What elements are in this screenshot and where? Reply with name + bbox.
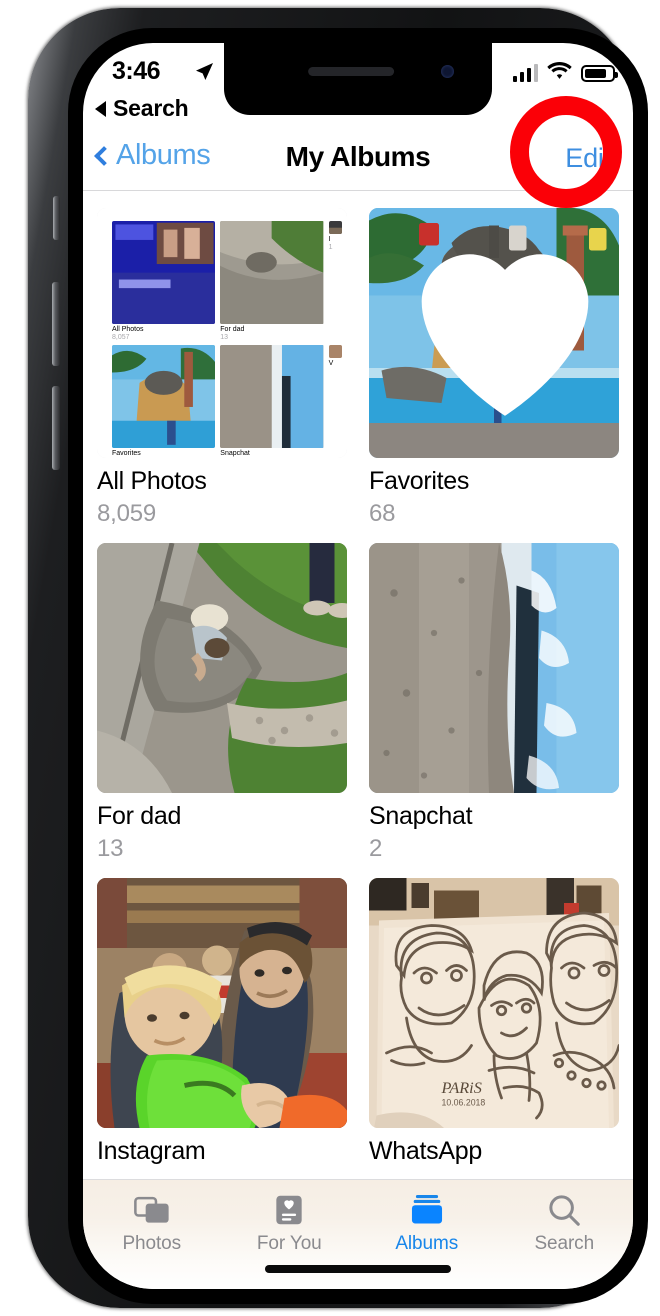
album-title: For dad [97, 802, 182, 831]
nested-thumb-partial-2 [328, 344, 342, 359]
heart-icon [421, 254, 589, 416]
silent-switch[interactable] [53, 196, 60, 240]
album-title: Favorites [369, 467, 470, 495]
nested-count-for-dad: 13 [220, 333, 229, 341]
nested-thumb-partial-1 [328, 220, 342, 234]
album-cell-instagram[interactable]: Instagram [97, 878, 347, 1171]
album-thumbnail-for-dad[interactable] [97, 543, 347, 794]
nested-thumb-for-dad [220, 220, 324, 324]
tab-label-search: Search [534, 1233, 595, 1254]
tab-label-for-you: For You [256, 1233, 322, 1254]
front-camera-icon [441, 65, 454, 78]
album-count: 68 [369, 499, 396, 527]
nested-albums-screenshot: All Photos 8,057 For dad 13 I 1 Favorite… [97, 208, 347, 458]
nested-album-partial-right-2: V [328, 344, 342, 458]
nested-title-partial-2: V [328, 360, 334, 368]
nested-thumb-favorites [112, 344, 216, 449]
nested-thumb-snapchat [220, 344, 324, 449]
photos-stack-icon [133, 1196, 169, 1223]
album-cell-whatsapp[interactable]: PARiS 10.06.2018 WhatsApp [369, 878, 619, 1171]
albums-scroll-area[interactable]: All Photos 8,057 For dad 13 I 1 Favorite… [83, 192, 633, 1179]
album-thumbnail-favorites[interactable] [369, 208, 619, 458]
album-title: Instagram [97, 1137, 206, 1166]
tab-search[interactable]: Search [496, 1180, 634, 1289]
album-title: Snapchat [369, 802, 473, 831]
album-cell-snapchat[interactable]: Snapchat 2 [369, 543, 619, 862]
nested-count-all-photos: 8,057 [112, 333, 130, 341]
nested-title-favorites: Favorites [112, 450, 141, 458]
status-time: 3:46 [112, 57, 161, 85]
search-magnifier-icon [549, 1195, 581, 1226]
cellular-signal-icon [512, 64, 538, 82]
nested-thumb-all-photos [112, 220, 216, 324]
iphone-device-frame: 3:46 Search Albums My Albums Edit All Ph… [28, 8, 648, 1308]
back-triangle-icon [95, 100, 106, 117]
nested-album-partial-right-1: I 1 [328, 220, 342, 341]
edit-button[interactable]: Edit [565, 143, 611, 174]
svg-text:10.06.2018: 10.06.2018 [442, 1098, 486, 1108]
album-thumbnail-all-photos[interactable]: All Photos 8,057 For dad 13 I 1 Favorite… [97, 208, 347, 458]
nested-title-snapchat: Snapchat [220, 450, 250, 458]
navigation-bar: Albums My Albums Edit [83, 129, 633, 191]
tab-label-photos: Photos [122, 1233, 182, 1254]
phone-screen: 3:46 Search Albums My Albums Edit All Ph… [83, 43, 633, 1289]
back-to-app-label: Search [113, 95, 189, 121]
albums-grid: All Photos 8,057 For dad 13 I 1 Favorite… [83, 192, 633, 1171]
earpiece-speaker [308, 67, 395, 76]
album-count: 13 [97, 834, 124, 862]
album-cell-all-photos[interactable]: All Photos 8,057 For dad 13 I 1 Favorite… [97, 208, 347, 527]
page-title: My Albums [285, 141, 431, 172]
nested-album-snapchat: Snapchat [220, 344, 324, 458]
svg-text:PARiS: PARiS [441, 1079, 482, 1097]
status-indicators [512, 61, 618, 85]
volume-down-button[interactable] [52, 386, 60, 470]
battery-icon [581, 64, 618, 82]
album-count: 2 [369, 834, 383, 862]
album-title: All Photos [97, 467, 207, 495]
album-title: WhatsApp [369, 1137, 482, 1166]
albums-folder-icon [411, 1194, 442, 1224]
for-you-card-icon [276, 1195, 302, 1225]
device-notch [224, 43, 492, 115]
album-cell-favorites[interactable]: Favorites 68 [369, 208, 619, 527]
tab-photos[interactable]: Photos [83, 1180, 221, 1289]
tab-label-albums: Albums [395, 1233, 459, 1254]
wifi-icon [547, 61, 572, 85]
back-to-search-app-link[interactable]: Search [95, 95, 189, 122]
nested-album-for-dad: For dad 13 [220, 220, 324, 341]
nested-title-partial-1: I [328, 235, 331, 243]
volume-up-button[interactable] [52, 282, 60, 366]
album-count: 8,059 [97, 499, 157, 527]
album-thumbnail-snapchat[interactable] [369, 543, 619, 794]
album-cell-for-dad[interactable]: For dad 13 [97, 543, 347, 862]
nested-album-favorites: Favorites [112, 344, 216, 458]
nav-separator [83, 190, 633, 191]
album-thumbnail-instagram[interactable] [97, 878, 347, 1129]
nested-album-all-photos: All Photos 8,057 [112, 220, 216, 341]
album-thumbnail-whatsapp[interactable]: PARiS 10.06.2018 [369, 878, 619, 1129]
home-indicator[interactable] [265, 1265, 451, 1273]
nested-title-for-dad: For dad [220, 325, 245, 333]
nested-count-partial-1: 1 [328, 243, 333, 251]
nested-title-all-photos: All Photos [112, 325, 144, 333]
